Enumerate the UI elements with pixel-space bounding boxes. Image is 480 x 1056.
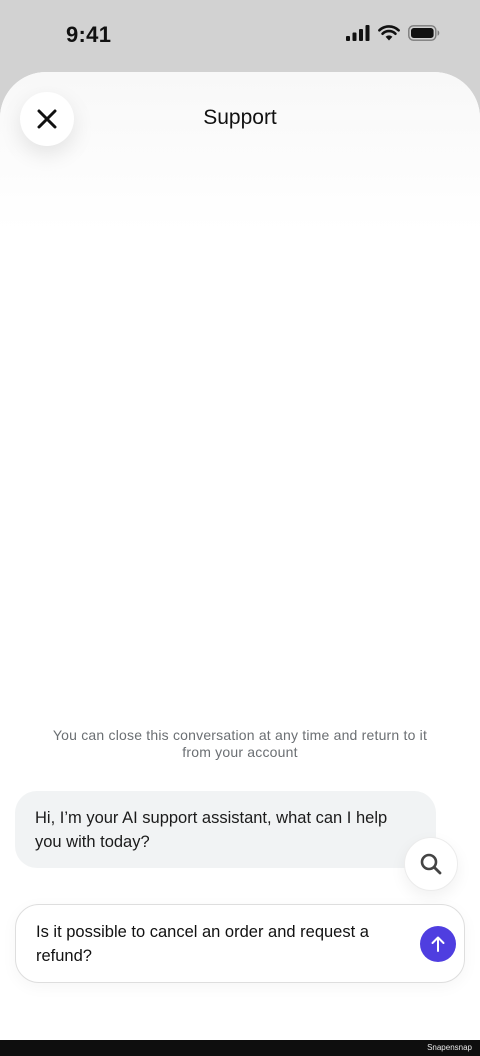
assistant-message-bubble: Hi, I’m your AI support assistant, what …: [15, 791, 436, 868]
bottom-bar: Snapensnap: [0, 1040, 480, 1056]
arrow-up-icon: [431, 936, 445, 952]
battery-icon: [408, 25, 440, 41]
search-icon: [420, 853, 442, 875]
send-button[interactable]: [420, 926, 456, 962]
search-button[interactable]: [404, 837, 458, 891]
message-composer[interactable]: Is it possible to cancel an order and re…: [15, 904, 465, 983]
wifi-icon: [378, 25, 400, 41]
sheet-header: Support: [0, 72, 480, 232]
status-time: 9:41: [66, 22, 112, 47]
watermark: Snapensnap: [427, 1043, 472, 1052]
conversation-info-note: You can close this conversation at any t…: [52, 727, 428, 760]
page-title: Support: [203, 106, 277, 129]
message-input[interactable]: Is it possible to cancel an order and re…: [36, 920, 406, 968]
status-icons: [346, 25, 440, 41]
support-sheet: Support You can close this conversation …: [0, 72, 480, 1040]
cellular-signal-icon: [346, 25, 370, 41]
support-screen: 9:41 Support You can close this conversa…: [0, 0, 480, 1056]
status-bar: 9:41: [0, 0, 480, 72]
